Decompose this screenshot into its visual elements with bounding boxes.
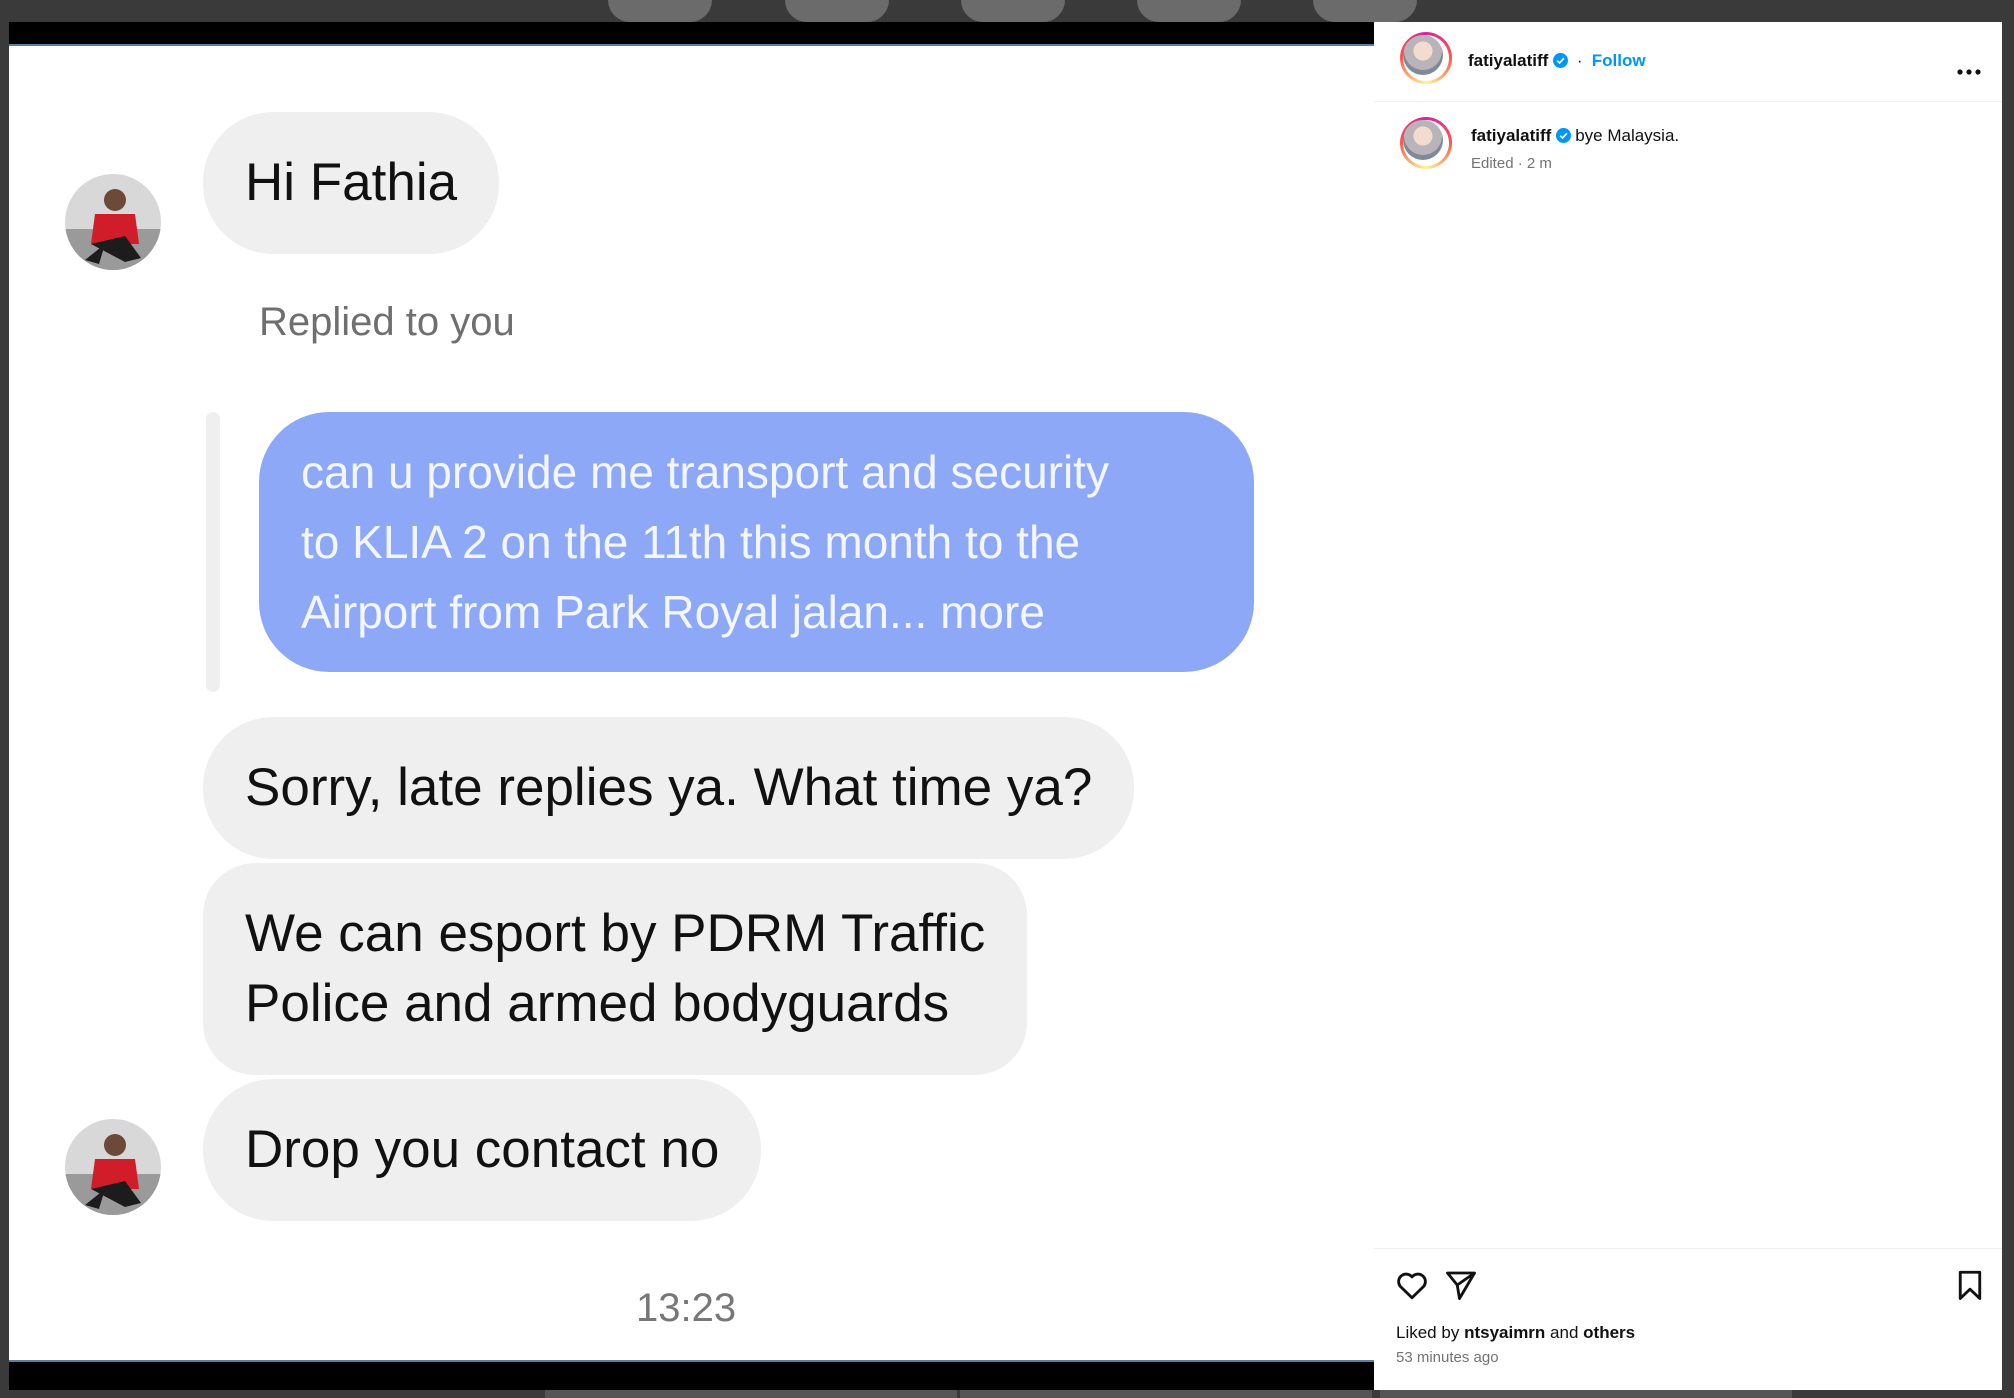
message-timestamp: 13:23 [636, 1286, 737, 1330]
author-avatar[interactable] [1400, 32, 1452, 84]
backdrop-thumbnail [961, 0, 1065, 22]
quoted-message-bubble: can u provide me transport and security … [259, 412, 1254, 672]
bookmark-icon[interactable] [1952, 1267, 1988, 1303]
message-line: We can esport by PDRM Traffic [245, 904, 986, 963]
likes-summary: Liked by ntsyaimrn and others [1396, 1323, 1635, 1343]
message-line: Police and armed bodyguards [245, 974, 950, 1033]
quoted-message-line: Airport from Park Royal jalan... more [301, 586, 1045, 638]
caption-username[interactable]: fatiyalatiff [1471, 126, 1551, 145]
liked-by-prefix: Liked by [1396, 1323, 1460, 1342]
post-modal: Hi Fathia Replied to you can u provide m… [9, 22, 2002, 1390]
post-actions: Liked by ntsyaimrn and others 53 minutes… [1374, 1248, 2002, 1390]
follow-button[interactable]: Follow [1592, 51, 1646, 70]
post-media[interactable]: Hi Fathia Replied to you can u provide m… [9, 22, 1374, 1390]
reply-quote-bar [206, 412, 220, 692]
backdrop-thumbnail [608, 0, 712, 22]
backdrop-thumbnail [1313, 0, 1417, 22]
quoted-message-line: to KLIA 2 on the 11th this month to the [301, 516, 1081, 568]
liked-by-and: and [1550, 1323, 1579, 1342]
verified-badge-icon [1552, 53, 1568, 68]
verified-badge-icon [1555, 128, 1571, 143]
quoted-message-line: can u provide me transport and security [301, 446, 1109, 498]
caption-meta: Edited · 2 m [1471, 155, 1552, 172]
message-bubble: We can esport by PDRM Traffic Police and… [203, 863, 1028, 1075]
more-options-icon[interactable] [1956, 68, 1982, 76]
sender-avatar [65, 174, 161, 270]
caption-avatar[interactable] [1400, 117, 1452, 169]
replied-label: Replied to you [259, 300, 515, 344]
message-bubble: Hi Fathia [203, 112, 500, 254]
post-header: fatiyalatiff · Follow [1374, 22, 2002, 102]
liked-by-user[interactable]: ntsyaimrn [1464, 1323, 1545, 1342]
share-icon[interactable] [1443, 1267, 1479, 1303]
backdrop-thumbnail [1137, 0, 1241, 22]
separator-dot: · [1572, 51, 1588, 70]
post-time-ago[interactable]: 53 minutes ago [1396, 1349, 1499, 1366]
backdrop-thumbnail [785, 0, 889, 22]
caption-text: bye Malaysia. [1575, 126, 1680, 145]
liked-by-others[interactable]: others [1583, 1323, 1635, 1342]
post-side-panel: fatiyalatiff · Follow fatiyalatiff bye M… [1374, 22, 2002, 1390]
message-bubble: Sorry, late replies ya. What time ya? [203, 717, 1135, 859]
dm-screenshot-image: Hi Fathia Replied to you can u provide m… [9, 44, 1374, 1362]
message-bubble: Drop you contact no [203, 1079, 762, 1221]
caption-block: fatiyalatiff bye Malaysia. Edited · 2 m [1374, 117, 2002, 207]
author-username[interactable]: fatiyalatiff [1468, 51, 1548, 70]
sender-avatar [65, 1119, 161, 1215]
heart-icon[interactable] [1394, 1267, 1430, 1303]
